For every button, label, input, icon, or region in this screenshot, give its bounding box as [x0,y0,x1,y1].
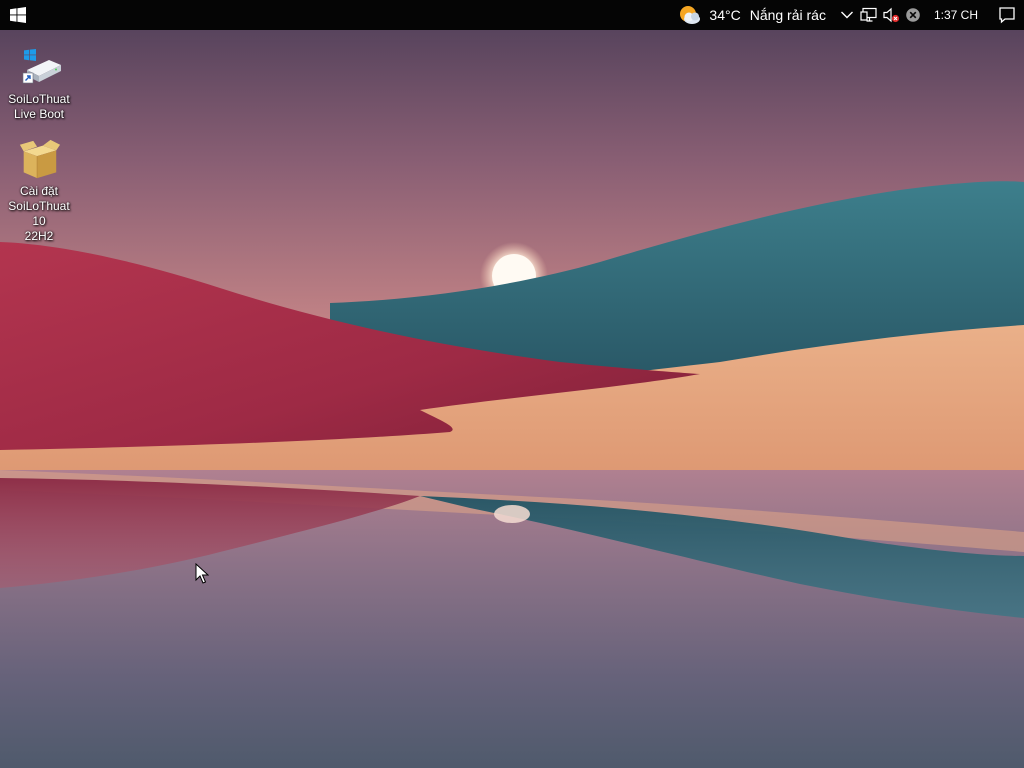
show-hidden-icons-button[interactable] [836,0,858,30]
desktop-icon-install[interactable]: Cài đặt SoiLoThuat 10 22H2 [1,138,77,244]
network-icon [860,7,877,22]
drive-shortcut-icon [22,49,61,84]
volume-button[interactable] [880,0,902,30]
taskbar: 34°C Nắng rải rác 1:37 CH [0,0,1024,30]
volume-muted-icon [883,7,900,23]
desktop-icon-live-boot[interactable]: SoiLoThuat Live Boot [1,46,77,122]
clock[interactable]: 1:37 CH [924,0,990,30]
desktop-icon-label: Cài đặt SoiLoThuat 10 22H2 [8,184,70,243]
desktop-icon-label: SoiLoThuat Live Boot [8,92,70,121]
weather-temperature: 34°C [709,7,741,23]
package-box-icon [19,139,61,179]
chevron-up-icon [840,11,853,19]
desktop-wallpaper [0,0,1024,768]
windows-logo-icon [10,7,26,23]
desktop-screen: 34°C Nắng rải rác 1:37 CH SoiLoThuat Liv… [0,0,1024,768]
network-button[interactable] [858,0,880,30]
weather-condition: Nắng rải rác [749,7,826,23]
status-button[interactable] [902,0,924,30]
action-center-button[interactable] [990,0,1024,30]
start-button[interactable] [0,0,36,30]
system-tray: 34°C Nắng rải rác 1:37 CH [669,0,1024,30]
partly-sunny-icon [680,6,701,24]
weather-widget[interactable]: 34°C Nắng rải rác [669,0,836,30]
mouse-cursor-icon [195,563,209,584]
close-circle-icon [906,8,920,22]
notification-icon [999,7,1015,24]
